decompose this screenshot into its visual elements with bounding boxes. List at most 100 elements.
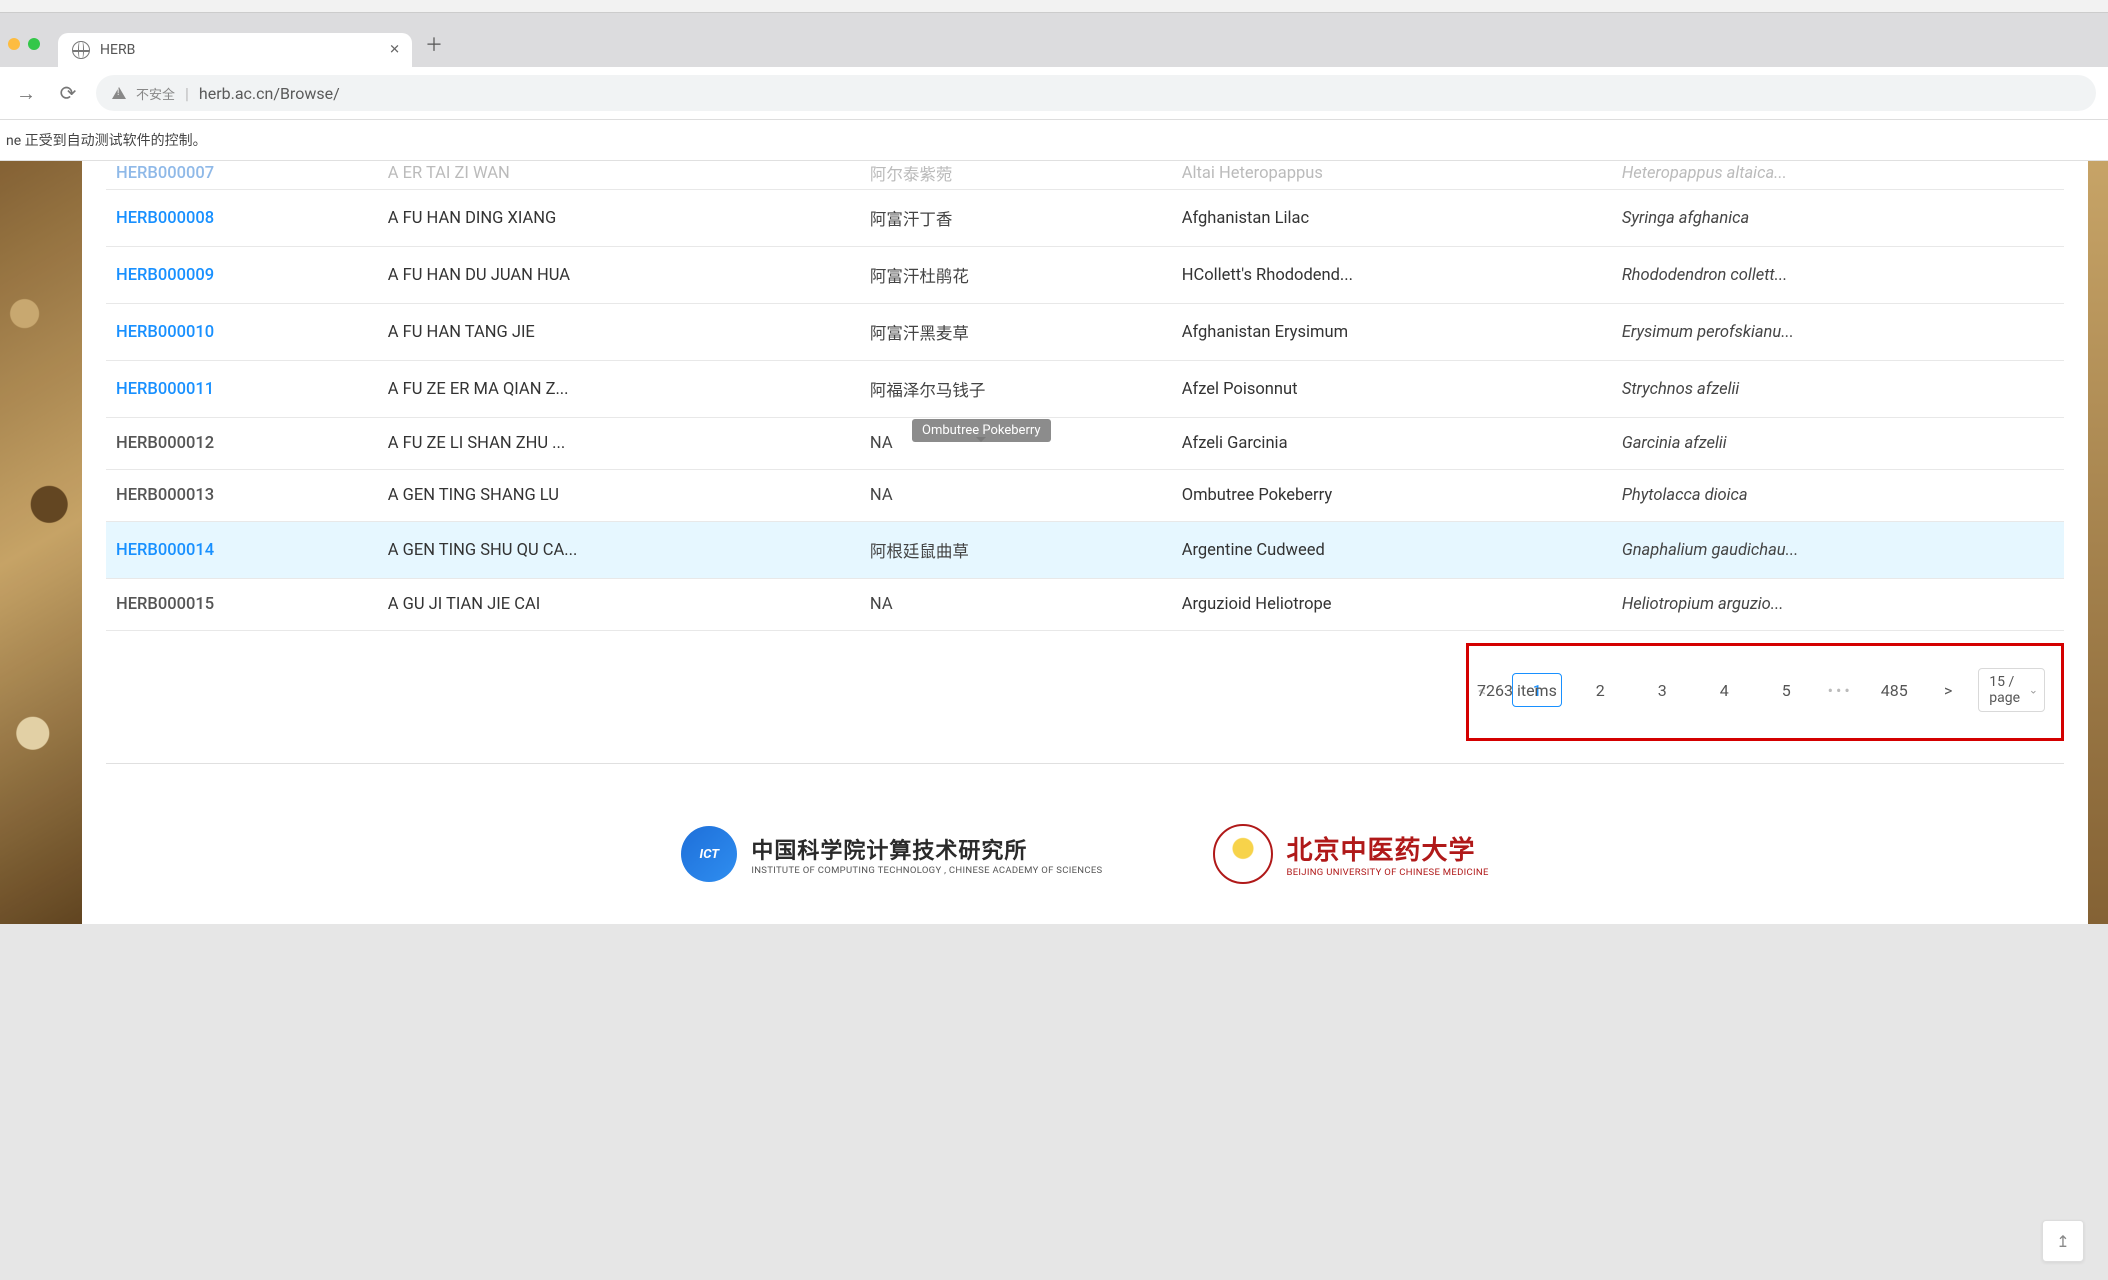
table-row: HERB000007 A ER TAI ZI WAN阿尔泰紫菀Altai Hete…: [106, 161, 2064, 190]
herb-table: HERB000007 A ER TAI ZI WAN阿尔泰紫菀Altai Hete…: [106, 161, 2064, 631]
security-label: 不安全: [136, 84, 175, 103]
herb-id-cell: HERB000008: [106, 190, 378, 247]
herb-latin-cell: Strychnos afzelii: [1612, 361, 2064, 418]
not-secure-icon: [112, 87, 126, 99]
table-row[interactable]: HERB000012A FU ZE LI SHAN ZHU ...NAAfzel…: [106, 418, 2064, 470]
table-row[interactable]: HERB000009 A FU HAN DU JUAN HUA阿富汗杜鹃花HCol…: [106, 247, 2064, 304]
herb-english-cell: HCollett's Rhododend...: [1172, 247, 1612, 304]
omnibox-separator: |: [185, 84, 189, 103]
tooltip-text: Ombutree Pokeberry: [922, 423, 1041, 438]
herb-english-cell: Ombutree Pokeberry: [1172, 470, 1612, 522]
pagination-page-4[interactable]: 4: [1700, 674, 1748, 706]
table-row[interactable]: HERB000008 A FU HAN DING XIANG阿富汗丁香Afghan…: [106, 190, 2064, 247]
globe-icon: [72, 41, 90, 59]
herb-chinese-cell: 阿富汗杜鹃花: [860, 247, 1172, 304]
bucm-name-en: BEIJING UNIVERSITY OF CHINESE MEDICINE: [1287, 867, 1489, 878]
table-row[interactable]: HERB000010 A FU HAN TANG JIE阿富汗黑麦草Afghani…: [106, 304, 2064, 361]
herb-chinese-cell: 阿富汗黑麦草: [860, 304, 1172, 361]
table-row[interactable]: HERB000011 A FU ZE ER MA QIAN Z...阿福泽尔马钱子…: [106, 361, 2064, 418]
minimize-dot[interactable]: [8, 38, 20, 50]
herb-latin-cell: Syringa afghanica: [1612, 190, 2064, 247]
herb-id-cell: HERB000010: [106, 304, 378, 361]
url-host: herb.ac.cn: [199, 84, 273, 103]
footer-org-ict[interactable]: ICT 中国科学院计算技术研究所 INSTITUTE OF COMPUTING …: [681, 826, 1102, 882]
table-row[interactable]: HERB000014 A GEN TING SHU QU CA...阿根廷鼠曲草A…: [106, 522, 2064, 579]
pagination-next[interactable]: >: [1932, 674, 1964, 706]
section-divider: [106, 763, 2064, 764]
herb-english-cell: Afzel Poisonnut: [1172, 361, 1612, 418]
herb-chinese-cell: NA: [860, 579, 1172, 631]
reload-button[interactable]: ⟳: [54, 79, 82, 107]
herb-id-link[interactable]: HERB000009: [116, 266, 214, 285]
herb-pinyin-cell: A GEN TING SHANG LU: [378, 470, 860, 522]
herb-chinese-cell: 阿尔泰紫菀: [860, 161, 1172, 190]
page-size-select[interactable]: 15 / page ⌄: [1978, 668, 2045, 712]
table-row[interactable]: HERB000015A GU JI TIAN JIE CAINAArguzioi…: [106, 579, 2064, 631]
herb-pinyin-cell: A ER TAI ZI WAN: [378, 161, 860, 190]
herb-id-cell: HERB000015: [106, 579, 378, 631]
ict-logo-icon: ICT: [681, 826, 737, 882]
back-button[interactable]: →: [12, 79, 40, 107]
herb-chinese-cell: NA: [860, 470, 1172, 522]
herb-pinyin-cell: A FU HAN TANG JIE: [378, 304, 860, 361]
tooltip: Ombutree Pokeberry: [912, 419, 1051, 442]
browser-tabstrip: HERB ✕ ＋: [0, 13, 2108, 67]
herb-id-link[interactable]: HERB000011: [116, 380, 214, 399]
herb-latin-cell: Phytolacca dioica: [1612, 470, 2064, 522]
herb-id-cell: HERB000009: [106, 247, 378, 304]
window-controls: [8, 38, 40, 50]
close-icon[interactable]: ✕: [389, 43, 400, 58]
herb-latin-cell: Heliotropium arguzio...: [1612, 579, 2064, 631]
herb-chinese-cell: 阿根廷鼠曲草: [860, 522, 1172, 579]
background-herbs-left: [0, 161, 82, 924]
new-tab-button[interactable]: ＋: [420, 30, 448, 58]
herb-pinyin-cell: A FU HAN DU JUAN HUA: [378, 247, 860, 304]
herb-latin-cell: Rhododendron collett...: [1612, 247, 2064, 304]
automation-infobar: ne 正受到自动测试软件的控制。: [0, 120, 2108, 161]
herb-id-link[interactable]: HERB000007: [116, 164, 214, 183]
herb-english-cell: Afghanistan Lilac: [1172, 190, 1612, 247]
pagination-last-page[interactable]: 485: [1870, 674, 1918, 706]
herb-latin-cell: Heteropappus altaica...: [1612, 161, 2064, 190]
footer-org-bucm[interactable]: 北京中医药大学 BEIJING UNIVERSITY OF CHINESE ME…: [1213, 824, 1489, 884]
herb-english-cell: Arguzioid Heliotrope: [1172, 579, 1612, 631]
herb-pinyin-cell: A GEN TING SHU QU CA...: [378, 522, 860, 579]
herb-pinyin-cell: A FU ZE ER MA QIAN Z...: [378, 361, 860, 418]
table-row[interactable]: HERB000013A GEN TING SHANG LUNAOmbutree …: [106, 470, 2064, 522]
footer: ICT 中国科学院计算技术研究所 INSTITUTE OF COMPUTING …: [106, 824, 2064, 884]
herb-latin-cell: Gnaphalium gaudichau...: [1612, 522, 2064, 579]
ict-name-en: INSTITUTE OF COMPUTING TECHNOLOGY , CHIN…: [751, 865, 1102, 876]
mac-menubar: [0, 0, 2108, 13]
herb-id-cell: HERB000012: [106, 418, 378, 470]
herb-pinyin-cell: A GU JI TIAN JIE CAI: [378, 579, 860, 631]
herb-id-link[interactable]: HERB000010: [116, 323, 214, 342]
maximize-dot[interactable]: [28, 38, 40, 50]
pagination-total: 7263 items: [1477, 681, 1557, 700]
herb-id-cell: HERB000007: [106, 161, 378, 190]
browser-toolbar: → ⟳ 不安全 | herb.ac.cn/Browse/: [0, 67, 2108, 120]
herb-id-link[interactable]: HERB000014: [116, 541, 214, 560]
herb-id-link[interactable]: HERB000008: [116, 209, 214, 228]
herb-chinese-cell: 阿富汗丁香: [860, 190, 1172, 247]
pagination-page-5[interactable]: 5: [1762, 674, 1810, 706]
herb-latin-cell: Garcinia afzelii: [1612, 418, 2064, 470]
bucm-logo-icon: [1213, 824, 1273, 884]
herb-english-cell: Afghanistan Erysimum: [1172, 304, 1612, 361]
address-bar[interactable]: 不安全 | herb.ac.cn/Browse/: [96, 75, 2096, 111]
scroll-to-top-button[interactable]: ↥: [2042, 1220, 2084, 1262]
pagination-highlight-box: 7263 items < 1 2 3 4 5 ••• 485 > 15 / pa…: [1466, 643, 2064, 741]
pagination-ellipsis: •••: [1824, 674, 1856, 706]
herb-chinese-cell: 阿福泽尔马钱子: [860, 361, 1172, 418]
herb-english-cell: Afzeli Garcinia: [1172, 418, 1612, 470]
bucm-name-cn: 北京中医药大学: [1287, 830, 1489, 867]
ict-name-cn: 中国科学院计算技术研究所: [751, 833, 1102, 865]
herb-pinyin-cell: A FU HAN DING XIANG: [378, 190, 860, 247]
page-size-label: 15 / page: [1989, 674, 2020, 706]
tab-title: HERB: [100, 42, 135, 58]
herb-latin-cell: Erysimum perofskianu...: [1612, 304, 2064, 361]
herb-english-cell: Altai Heteropappus: [1172, 161, 1612, 190]
browser-tab[interactable]: HERB ✕: [58, 33, 412, 67]
pagination-page-3[interactable]: 3: [1638, 674, 1686, 706]
pagination-page-2[interactable]: 2: [1576, 674, 1624, 706]
herb-english-cell: Argentine Cudweed: [1172, 522, 1612, 579]
